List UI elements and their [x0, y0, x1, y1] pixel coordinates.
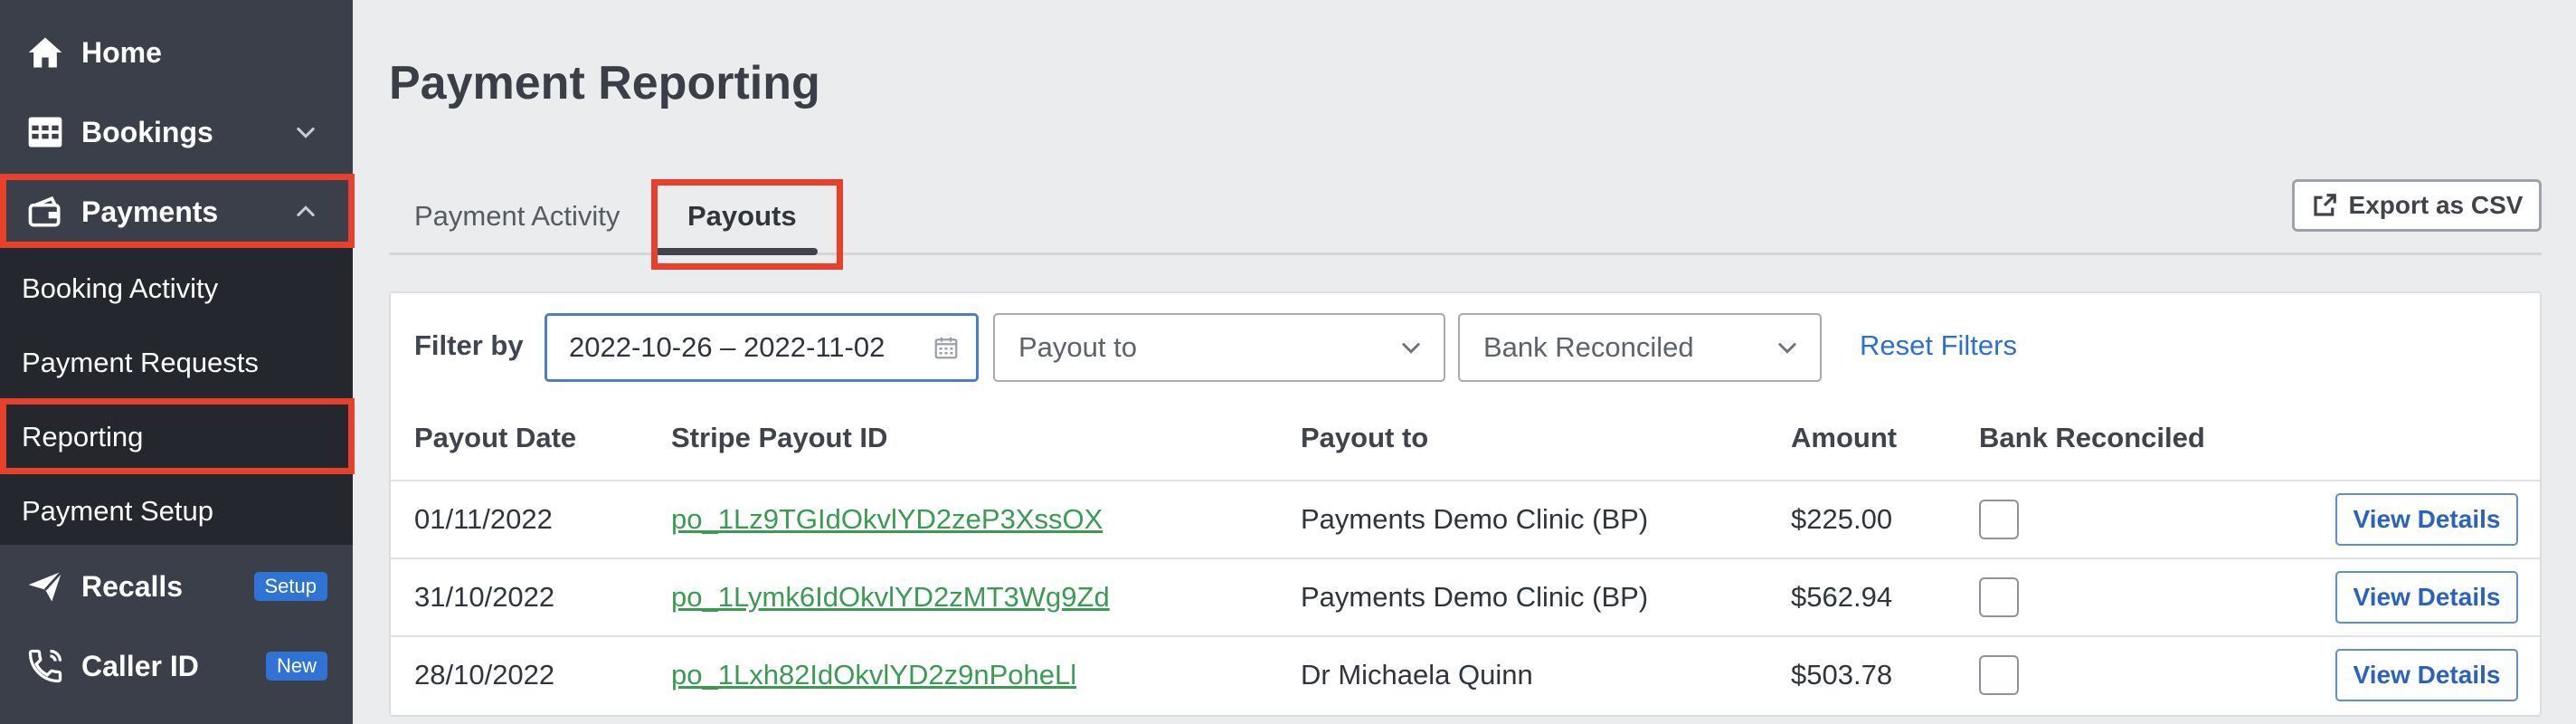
payout-to-cell: Payments Demo Clinic (BP) — [1301, 503, 1649, 535]
page-title: Payment Reporting — [389, 57, 820, 110]
export-csv-button[interactable]: Export as CSV — [2292, 179, 2542, 232]
payments-submenu: Booking Activity Payment Requests Report… — [0, 248, 353, 545]
payout-to-select[interactable]: Payout to — [993, 313, 1445, 382]
sidebar-item-bookings[interactable]: Bookings — [0, 92, 353, 172]
bank-reconciled-select[interactable]: Bank Reconciled — [1458, 313, 1822, 382]
tab-payment-activity[interactable]: Payment Activity — [414, 177, 620, 255]
calendar-grid-icon — [28, 117, 62, 148]
external-link-icon — [2313, 194, 2336, 216]
tab-bar: Payment Activity Payouts — [389, 177, 2542, 255]
view-details-button[interactable]: View Details — [2335, 571, 2518, 624]
payout-date-cell: 28/10/2022 — [414, 659, 555, 691]
amount-cell: $225.00 — [1791, 503, 1893, 535]
submenu-item-payment-setup[interactable]: Payment Setup — [0, 474, 353, 548]
reset-filters-link[interactable]: Reset Filters — [1860, 329, 2017, 362]
bank-reconciled-checkbox[interactable] — [1979, 577, 2019, 617]
sidebar-top: Home Bookings Payments — [0, 0, 353, 248]
calendar-icon — [934, 337, 958, 359]
paper-plane-icon — [28, 570, 63, 602]
filter-label: Filter by — [414, 329, 524, 361]
wallet-icon — [28, 196, 61, 227]
stripe-payout-id-link[interactable]: po_1Lymk6IdOkvlYD2zMT3Wg9Zd — [671, 581, 1110, 614]
column-header-bank-reconciled: Bank Reconciled — [1979, 422, 2205, 453]
date-range-value: 2022-10-26 – 2022-11-02 — [569, 331, 886, 363]
bank-reconciled-placeholder: Bank Reconciled — [1483, 331, 1694, 363]
submenu-item-reporting[interactable]: Reporting — [0, 400, 353, 474]
view-details-button[interactable]: View Details — [2335, 493, 2518, 546]
phone-icon — [28, 649, 62, 683]
sidebar-item-label: Home — [81, 35, 162, 69]
submenu-item-booking-activity[interactable]: Booking Activity — [0, 252, 353, 326]
setup-badge: Setup — [253, 572, 327, 601]
sidebar: Home Bookings Payments Booking Activity … — [0, 0, 355, 724]
sidebar-item-label: Caller ID — [81, 649, 199, 682]
sidebar-item-label: Recalls — [81, 569, 184, 603]
new-badge: New — [265, 652, 327, 681]
tab-payouts[interactable]: Payouts — [687, 177, 797, 255]
bank-reconciled-checkbox[interactable] — [1979, 500, 2019, 539]
sidebar-item-recalls[interactable]: Recalls Setup — [0, 547, 353, 626]
table-row: 28/10/2022 po_1Lxh82IdOkvlYD2z9nPoheLl D… — [391, 635, 2540, 713]
chevron-down-icon — [1778, 343, 1796, 354]
column-header-amount: Amount — [1791, 422, 1898, 453]
bank-reconciled-checkbox[interactable] — [1979, 655, 2019, 695]
column-header-payout-to: Payout to — [1301, 422, 1429, 453]
column-header-stripe-payout-id[interactable]: Stripe Payout ID — [671, 422, 887, 454]
payout-to-placeholder: Payout to — [1018, 331, 1137, 363]
payout-to-cell: Payments Demo Clinic (BP) — [1301, 581, 1649, 613]
stripe-payout-id-link[interactable]: po_1Lxh82IdOkvlYD2z9nPoheLl — [671, 659, 1076, 691]
table-row: 01/11/2022 po_1Lz9TGIdOkvlYD2zeP3XssOX P… — [391, 480, 2540, 557]
sidebar-item-payments[interactable]: Payments — [0, 172, 353, 252]
amount-cell: $503.78 — [1791, 659, 1893, 691]
sidebar-item-caller-id[interactable]: Caller ID New — [0, 626, 353, 706]
sidebar-item-home[interactable]: Home — [0, 13, 353, 92]
view-details-button[interactable]: View Details — [2335, 649, 2518, 701]
sidebar-item-label: Bookings — [81, 115, 213, 148]
payouts-card: Filter by 2022-10-26 – 2022-11-02 Payout… — [389, 291, 2542, 717]
payout-date-cell: 31/10/2022 — [414, 581, 555, 613]
chevron-up-icon — [297, 205, 315, 217]
payout-to-cell: Dr Michaela Quinn — [1301, 659, 1533, 691]
amount-cell: $562.94 — [1791, 581, 1893, 613]
home-icon — [28, 37, 62, 68]
sidebar-item-label: Payments — [81, 195, 219, 228]
export-csv-label: Export as CSV — [2348, 191, 2524, 219]
stripe-payout-id-link[interactable]: po_1Lz9TGIdOkvlYD2zeP3XssOX — [671, 503, 1103, 536]
chevron-down-icon — [297, 127, 315, 138]
column-header-payout-date: Payout Date — [414, 422, 577, 453]
payout-date-cell: 01/11/2022 — [414, 503, 553, 535]
date-range-input[interactable]: 2022-10-26 – 2022-11-02 — [545, 313, 979, 382]
active-tab-indicator — [655, 248, 818, 255]
table-row: 31/10/2022 po_1Lymk6IdOkvlYD2zMT3Wg9Zd P… — [391, 557, 2540, 635]
chevron-down-icon — [1402, 343, 1420, 354]
submenu-item-payment-requests[interactable]: Payment Requests — [0, 326, 353, 400]
